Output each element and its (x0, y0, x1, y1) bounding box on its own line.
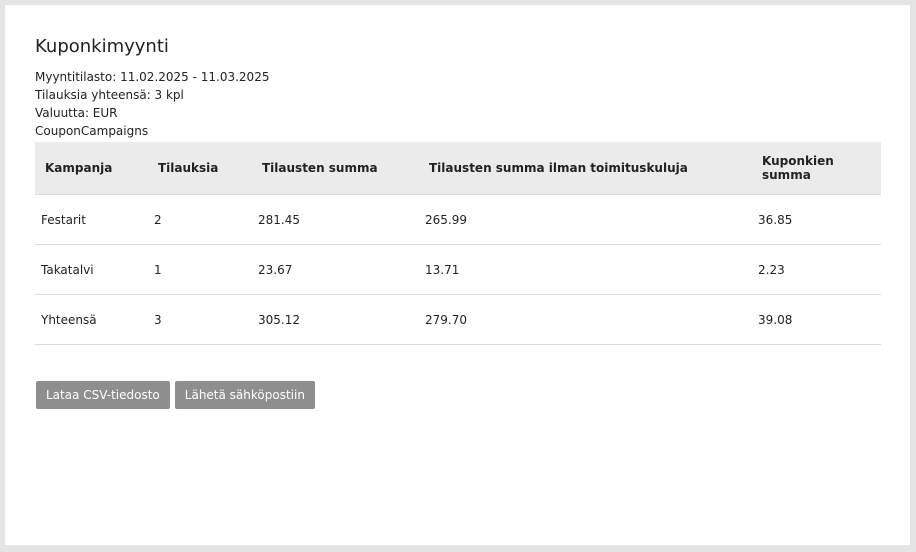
table-row: Takatalvi 1 23.67 13.71 2.23 (35, 244, 881, 295)
column-header-coupon-sum: Kuponkien summa (752, 142, 881, 195)
download-csv-button[interactable]: Lataa CSV-tiedosto (36, 381, 170, 409)
cell-coupon-sum: 2.23 (752, 244, 881, 295)
table-row-total: Yhteensä 3 305.12 279.70 39.08 (35, 294, 881, 345)
currency-text: Valuutta: EUR (35, 106, 118, 120)
cell-order-sum: 281.45 (252, 194, 419, 245)
cell-coupon-sum: 36.85 (752, 194, 881, 245)
column-header-orders: Tilauksia (148, 142, 252, 195)
action-buttons: Lataa CSV-tiedosto Lähetä sähköpostiin (35, 381, 881, 409)
cell-coupon-sum: 39.08 (752, 294, 881, 345)
cell-order-sum: 23.67 (252, 244, 419, 295)
column-header-campaign: Kampanja (35, 142, 148, 195)
cell-order-sum: 305.12 (252, 294, 419, 345)
table-header-row: Kampanja Tilauksia Tilausten summa Tilau… (35, 142, 881, 195)
campaign-table: Kampanja Tilauksia Tilausten summa Tilau… (35, 142, 881, 345)
table-header: Kampanja Tilauksia Tilausten summa Tilau… (35, 142, 881, 195)
cell-campaign: Takatalvi (35, 244, 148, 295)
report-content: Kuponkimyynti Myyntitilasto: 11.02.2025 … (35, 35, 881, 409)
table-row: Festarit 2 281.45 265.99 36.85 (35, 194, 881, 245)
report-type-text: CouponCampaigns (35, 124, 149, 138)
cell-order-sum-excl-shipping: 279.70 (419, 294, 752, 345)
cell-order-sum-excl-shipping: 265.99 (419, 194, 752, 245)
column-header-order-sum-excl-shipping: Tilausten summa ilman toimituskuluja (419, 142, 752, 195)
cell-orders: 3 (148, 294, 252, 345)
cell-orders: 1 (148, 244, 252, 295)
cell-order-sum-excl-shipping: 13.71 (419, 244, 752, 295)
date-range-text: Myyntitilasto: 11.02.2025 - 11.03.2025 (35, 70, 270, 84)
cell-campaign: Festarit (35, 194, 148, 245)
cell-campaign: Yhteensä (35, 294, 148, 345)
cell-orders: 2 (148, 194, 252, 245)
send-email-button[interactable]: Lähetä sähköpostiin (174, 381, 315, 409)
column-header-order-sum: Tilausten summa (252, 142, 419, 195)
total-orders-text: Tilauksia yhteensä: 3 kpl (35, 88, 184, 102)
report-panel: Kuponkimyynti Myyntitilasto: 11.02.2025 … (5, 5, 910, 545)
page-title: Kuponkimyynti (35, 36, 169, 57)
table-body: Festarit 2 281.45 265.99 36.85 Takatalvi… (35, 194, 881, 345)
